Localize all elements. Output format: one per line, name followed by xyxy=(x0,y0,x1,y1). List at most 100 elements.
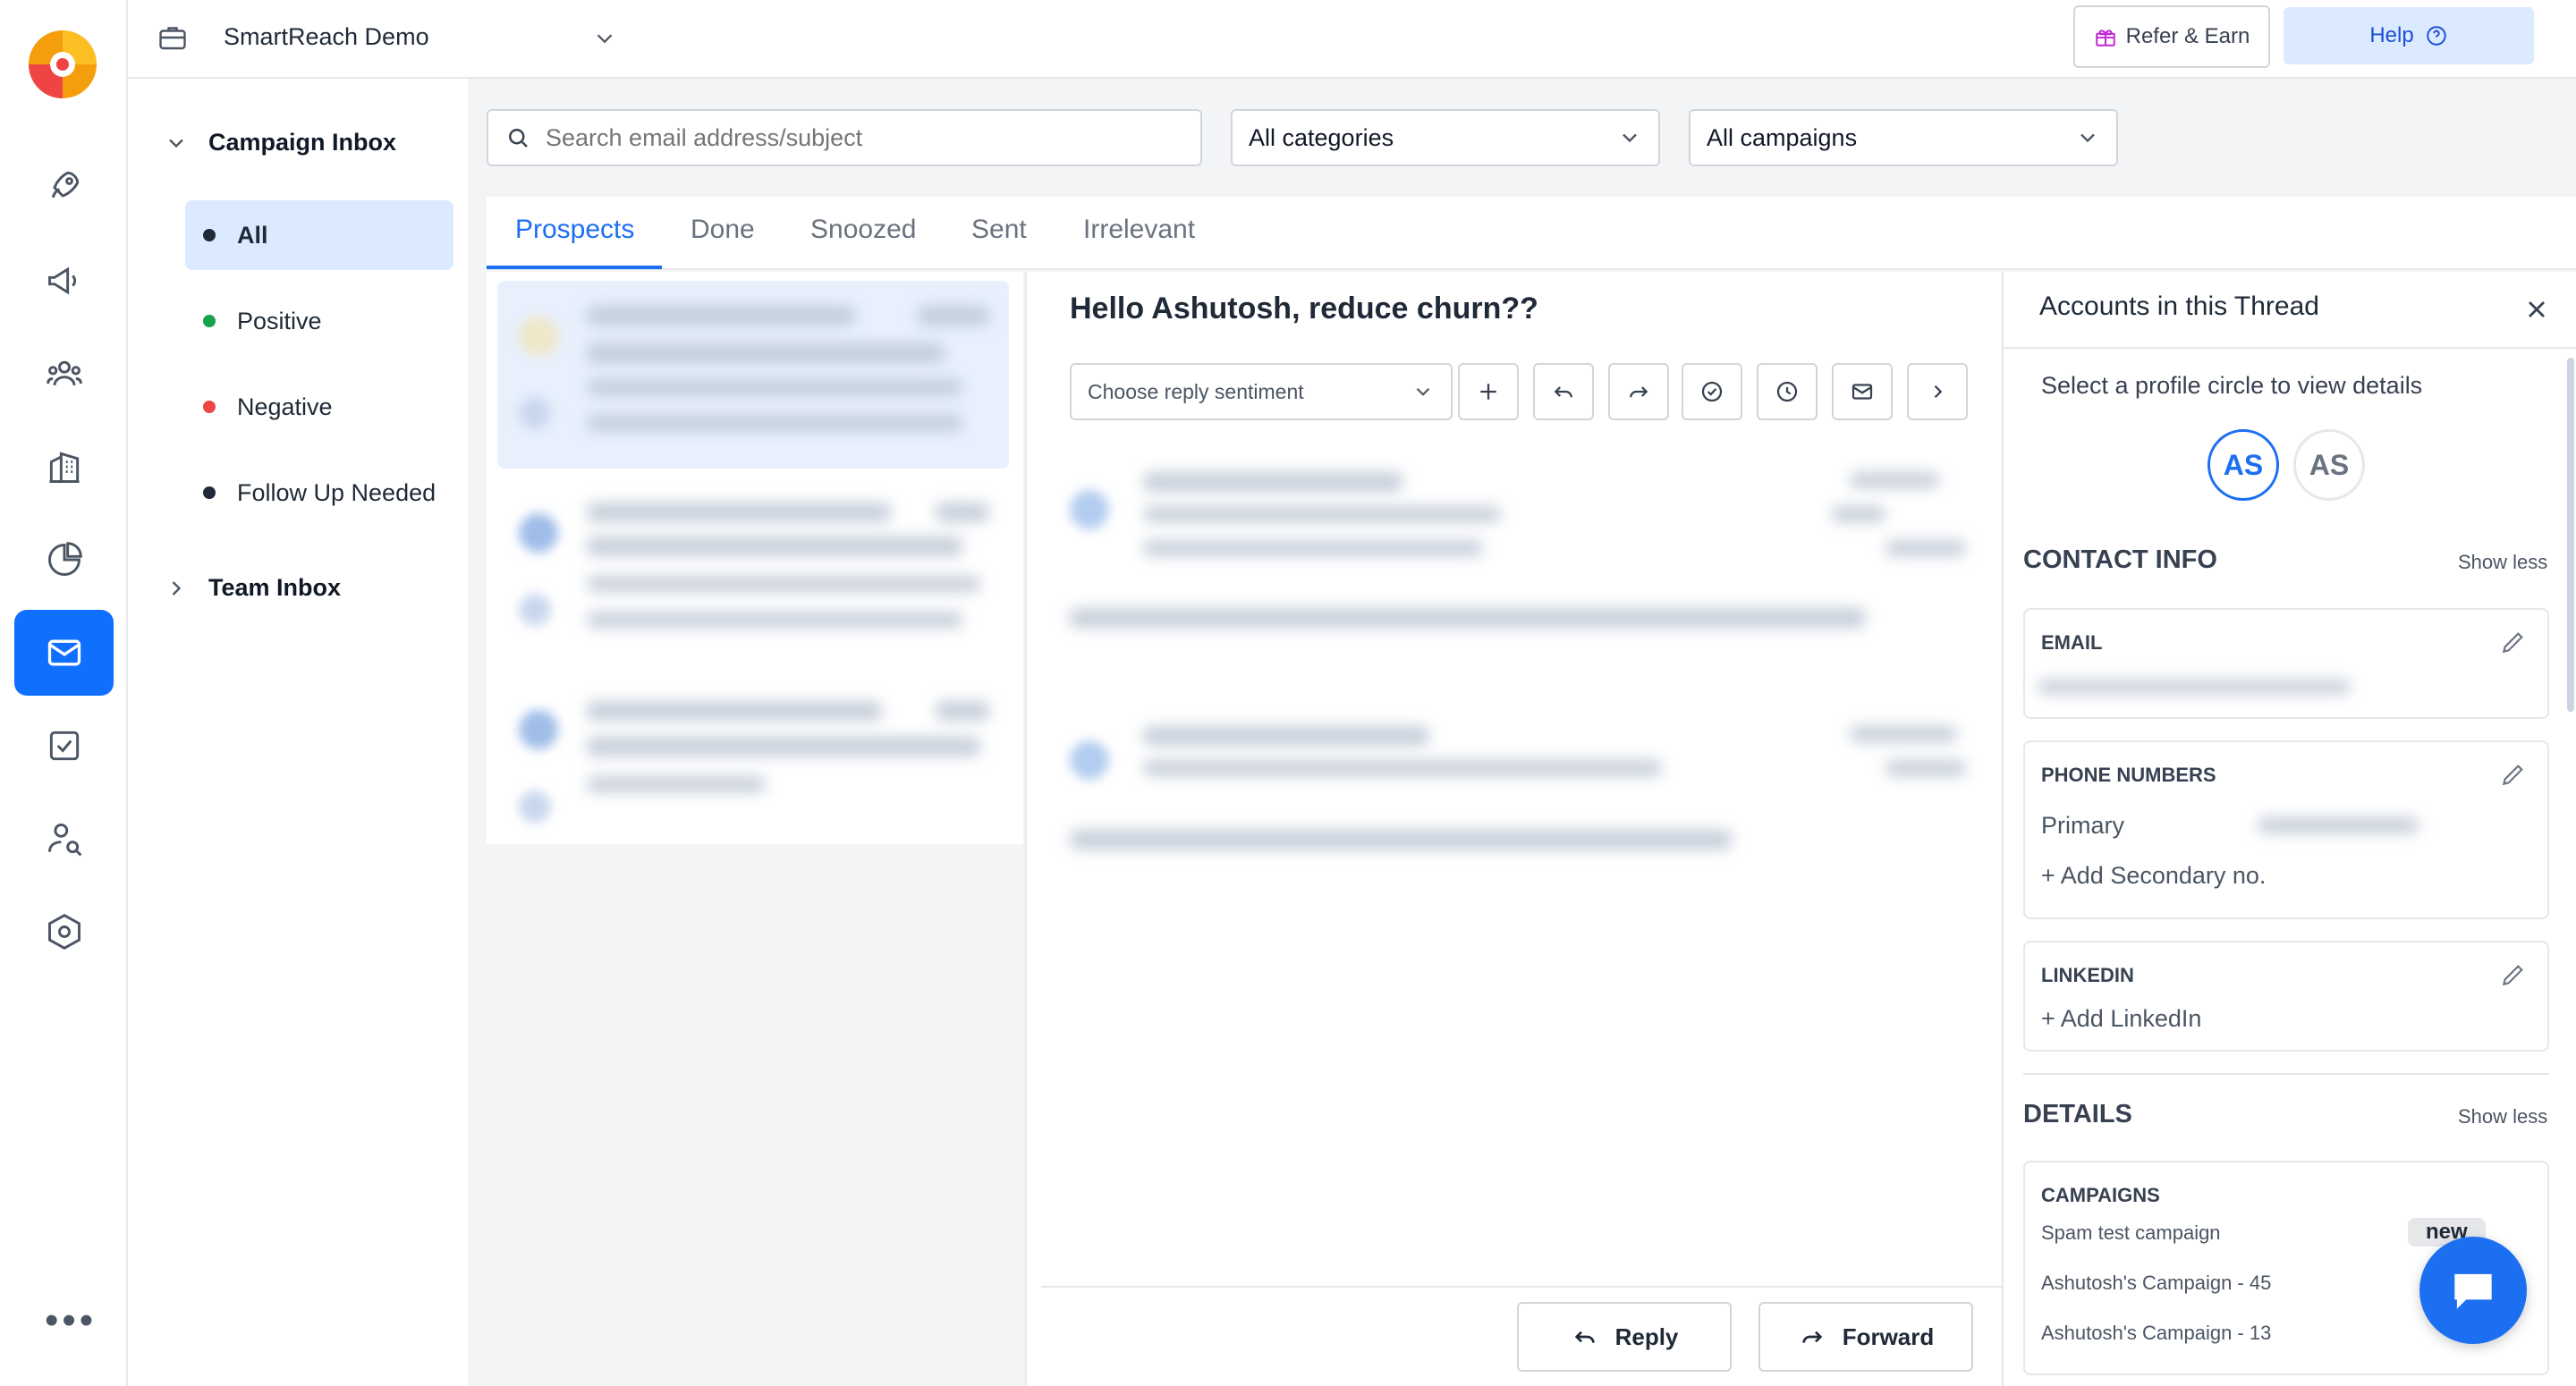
email-label: EMAIL xyxy=(2041,631,2103,654)
search-input[interactable] xyxy=(546,123,1172,152)
team-inbox-toggle[interactable]: Team Inbox xyxy=(164,574,341,602)
add-button[interactable] xyxy=(1458,363,1519,420)
add-linkedin[interactable]: + Add LinkedIn xyxy=(2041,1005,2201,1033)
reply-button[interactable]: Reply xyxy=(1517,1302,1732,1372)
tab-irrelevant[interactable]: Irrelevant xyxy=(1083,215,1195,245)
tab-snoozed[interactable]: Snoozed xyxy=(810,215,916,245)
category-dot xyxy=(203,486,216,499)
thread-item[interactable] xyxy=(497,281,1009,469)
smartreach-logo[interactable] xyxy=(27,29,98,100)
contact-info-toggle[interactable]: Show less xyxy=(2458,551,2547,574)
inbox-tabs: Prospects Done Snoozed Sent Irrelevant xyxy=(487,197,2576,270)
user-search-icon[interactable] xyxy=(14,796,114,882)
chat-support-button[interactable] xyxy=(2419,1237,2527,1344)
campaign-filter-value: All campaigns xyxy=(1707,123,1858,151)
next-thread-button[interactable] xyxy=(1907,363,1968,420)
team-inbox-label: Team Inbox xyxy=(208,574,342,601)
megaphone-icon[interactable] xyxy=(14,238,114,324)
composer-divider xyxy=(1041,1286,2004,1288)
gift-icon xyxy=(2095,30,2115,46)
check-circle-icon xyxy=(1701,381,1723,402)
pencil-icon[interactable] xyxy=(2499,628,2528,656)
refer-earn-label: Refer & Earn xyxy=(2125,24,2250,48)
rocket-icon[interactable] xyxy=(14,143,114,229)
more-options-icon[interactable]: ••• xyxy=(45,1301,97,1340)
category-positive[interactable]: Positive xyxy=(185,286,453,356)
reply-arrow-icon xyxy=(1554,386,1572,398)
campaigns-label: CAMPAIGNS xyxy=(2041,1184,2160,1206)
settings-hexagon-icon[interactable] xyxy=(14,889,114,975)
campaign-link[interactable]: Ashutosh's Campaign - 45 xyxy=(2041,1272,2271,1295)
divider xyxy=(2004,347,2576,349)
chevron-down-icon xyxy=(1416,387,1430,396)
reply-sentiment-select[interactable]: Choose reply sentiment xyxy=(1070,363,1453,420)
plus-icon xyxy=(1480,384,1496,400)
forward-arrow-icon xyxy=(1802,1331,1822,1343)
tab-prospects[interactable]: Prospects xyxy=(515,215,634,245)
category-follow-up[interactable]: Follow Up Needed xyxy=(185,458,453,528)
help-button[interactable]: Help xyxy=(2284,7,2534,64)
linkedin-card: LINKEDIN + Add LinkedIn xyxy=(2023,941,2549,1052)
divider xyxy=(2023,1073,2549,1075)
forward-tool-button[interactable] xyxy=(1608,363,1669,420)
reply-tool-button[interactable] xyxy=(1533,363,1594,420)
campaign-inbox-toggle[interactable]: Campaign Inbox xyxy=(164,129,396,156)
mark-done-button[interactable] xyxy=(1682,363,1742,420)
chevron-down-icon[interactable] xyxy=(591,25,618,52)
category-dot xyxy=(203,401,216,413)
category-dot xyxy=(203,229,216,241)
inbox-panel: Campaign Inbox All Positive Negative Fol… xyxy=(128,79,468,1386)
task-check-icon[interactable] xyxy=(14,703,114,789)
accounts-hint: Select a profile circle to view details xyxy=(2041,372,2423,399)
category-filter-value: All categories xyxy=(1249,123,1394,151)
search-box[interactable] xyxy=(487,109,1202,166)
mark-unread-button[interactable] xyxy=(1832,363,1893,420)
details-toggle[interactable]: Show less xyxy=(2458,1105,2547,1128)
category-label: Negative xyxy=(237,393,333,420)
thread-subject: Hello Ashutosh, reduce churn?? xyxy=(1070,292,1538,325)
tab-done[interactable]: Done xyxy=(691,215,755,245)
forward-button[interactable]: Forward xyxy=(1758,1302,1973,1372)
campaign-inbox-label: Campaign Inbox xyxy=(208,129,397,156)
briefcase-icon xyxy=(159,27,186,50)
pencil-icon[interactable] xyxy=(2499,960,2528,989)
campaign-link[interactable]: Spam test campaign xyxy=(2041,1221,2221,1245)
thread-list xyxy=(487,272,1023,844)
inbox-mail-icon[interactable] xyxy=(14,610,114,696)
linkedin-label: LINKEDIN xyxy=(2041,964,2134,986)
chevron-down-icon xyxy=(169,139,183,148)
forward-arrow-icon xyxy=(1630,386,1648,398)
mail-icon xyxy=(1852,384,1873,400)
search-icon xyxy=(509,129,528,148)
campaign-link[interactable]: Ashutosh's Campaign - 13 xyxy=(2041,1322,2271,1345)
category-filter-select[interactable]: All categories xyxy=(1231,109,1660,166)
avatar[interactable]: AS xyxy=(2207,429,2279,501)
building-icon[interactable] xyxy=(14,424,114,510)
campaign-filter-select[interactable]: All campaigns xyxy=(1689,109,2118,166)
primary-phone-label: Primary xyxy=(2041,812,2124,839)
category-negative[interactable]: Negative xyxy=(185,372,453,442)
reply-label: Reply xyxy=(1614,1323,1679,1350)
scrollbar[interactable] xyxy=(2567,358,2574,712)
workspace-name[interactable]: SmartReach Demo xyxy=(224,23,429,51)
accounts-panel: Accounts in this Thread Select a profile… xyxy=(2002,272,2576,1386)
left-nav-rail: ••• xyxy=(0,0,128,1386)
category-label: Follow Up Needed xyxy=(237,478,436,506)
avatar[interactable]: AS xyxy=(2293,429,2365,501)
forward-label: Forward xyxy=(1842,1323,1935,1350)
snooze-button[interactable] xyxy=(1757,363,1818,420)
chevron-down-icon xyxy=(2080,133,2095,143)
thread-item[interactable] xyxy=(497,477,1009,665)
category-all[interactable]: All xyxy=(185,200,453,270)
pie-chart-icon[interactable] xyxy=(14,517,114,603)
close-icon[interactable] xyxy=(2522,295,2551,324)
tab-sent[interactable]: Sent xyxy=(971,215,1027,245)
pencil-icon[interactable] xyxy=(2499,760,2528,789)
active-tab-indicator xyxy=(487,266,662,269)
people-icon[interactable] xyxy=(14,331,114,417)
reply-sentiment-placeholder: Choose reply sentiment xyxy=(1088,379,1304,403)
refer-earn-button[interactable]: Refer & Earn xyxy=(2073,5,2270,68)
thread-item[interactable] xyxy=(497,674,1009,862)
chat-bubble-icon xyxy=(2454,1273,2492,1309)
add-secondary-phone[interactable]: + Add Secondary no. xyxy=(2041,862,2266,890)
